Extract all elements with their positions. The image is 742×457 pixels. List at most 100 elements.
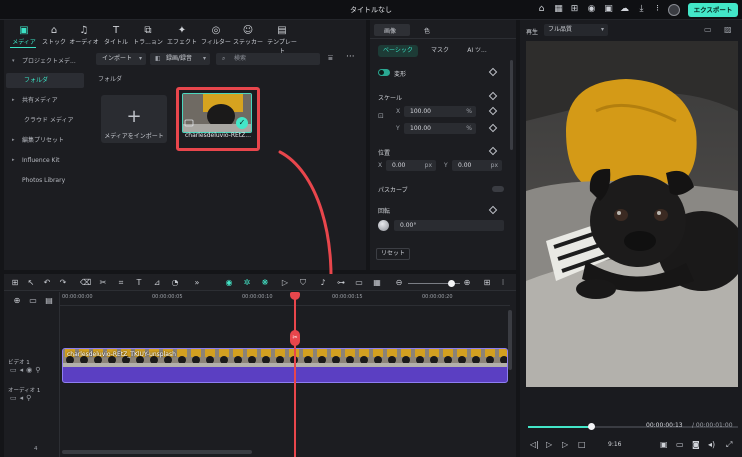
- undo-icon[interactable]: ↶: [42, 278, 52, 288]
- sidebar-item-2[interactable]: ▸ 共有メディア: [6, 93, 84, 108]
- text-icon[interactable]: T: [134, 278, 144, 288]
- tab-image[interactable]: 画像: [384, 26, 396, 35]
- chip-basic[interactable]: ベーシック: [378, 45, 418, 57]
- keyframe-diamond-icon[interactable]: [488, 146, 498, 156]
- scale-y-field[interactable]: 100.00%: [404, 123, 476, 134]
- zoom-handle[interactable]: [448, 280, 455, 287]
- import-dropdown[interactable]: インポート ▾: [96, 53, 146, 65]
- user-icon[interactable]: ◉: [586, 4, 597, 15]
- timeline-h-scrollbar[interactable]: [62, 450, 252, 454]
- video-preview[interactable]: [526, 41, 738, 387]
- tab-effect[interactable]: ✦ エフェクト: [166, 24, 198, 50]
- adjust-icon[interactable]: ⊿: [152, 278, 162, 288]
- more-options-icon[interactable]: ···: [346, 52, 355, 62]
- lock-icon[interactable]: ⊡: [378, 112, 384, 120]
- tab-stock[interactable]: ⌂ ストック: [38, 24, 70, 50]
- select-tool-icon[interactable]: ↖: [26, 278, 36, 288]
- sidebar-item-1[interactable]: フォルダ: [6, 73, 84, 88]
- tab-transition[interactable]: ⧉ トラ...ョン: [132, 24, 164, 50]
- grid-icon[interactable]: ⊞: [569, 4, 580, 15]
- filter-dropdown[interactable]: ◧ 録画/録音 ▾: [150, 53, 210, 65]
- video-track-controls[interactable]: ▭◂◉⚲: [10, 366, 43, 374]
- cloud-icon[interactable]: ☁: [619, 4, 630, 15]
- crop-icon[interactable]: ⌗: [116, 278, 126, 288]
- chip-ai-tools[interactable]: AI ツ...: [460, 45, 494, 57]
- chip-mask[interactable]: マスク: [422, 45, 458, 57]
- video-clip[interactable]: charlesdeluvio-REtZ_TKlUY-unsplash: [62, 348, 508, 383]
- timeline-v-scrollbar[interactable]: [508, 310, 512, 370]
- play-icon[interactable]: ▷: [562, 440, 568, 449]
- playhead[interactable]: [294, 292, 296, 457]
- microphone-icon[interactable]: ♪: [318, 278, 328, 288]
- download-icon[interactable]: ⤓: [636, 4, 647, 15]
- tab-title[interactable]: T タイトル: [100, 24, 132, 50]
- rotate-dial[interactable]: [378, 220, 389, 231]
- render-preview-icon[interactable]: ▷: [280, 278, 290, 288]
- search-input[interactable]: ⌕ 検索: [216, 53, 320, 65]
- image-view-icon[interactable]: ▨: [724, 25, 732, 34]
- props-scrollbar[interactable]: [510, 60, 513, 150]
- redo-icon[interactable]: ↷: [58, 278, 68, 288]
- audio-track-controls[interactable]: ▭◂⚲: [10, 394, 34, 402]
- view-grid-icon[interactable]: ⊞: [482, 278, 492, 288]
- progress-handle[interactable]: [588, 423, 595, 430]
- bezier-toggle[interactable]: [492, 186, 504, 192]
- zoom-in-icon[interactable]: ⊕: [462, 278, 472, 288]
- ai-icon[interactable]: ❋: [260, 278, 270, 288]
- transform-toggle[interactable]: [378, 69, 390, 76]
- tab-filter[interactable]: ◎ フィルター: [200, 24, 232, 50]
- fullscreen-icon[interactable]: ⤢: [726, 440, 732, 450]
- quality-dropdown[interactable]: フル品質 ▾: [544, 24, 608, 36]
- sidebar-item-5[interactable]: ▸ Influence Kit: [6, 153, 84, 168]
- keyframe-diamond-icon[interactable]: [488, 91, 498, 101]
- rotate-field[interactable]: 0.00°: [394, 220, 504, 231]
- more-tools-icon[interactable]: »: [192, 278, 202, 288]
- layout-icon[interactable]: ⊞: [10, 278, 20, 288]
- reset-button[interactable]: リセット: [376, 248, 410, 260]
- render-icon[interactable]: ▣: [660, 440, 668, 449]
- filter-icon[interactable]: ⩸: [328, 53, 333, 63]
- tab-template[interactable]: ▤ テンプレート: [266, 24, 298, 55]
- avatar[interactable]: [668, 4, 680, 16]
- tab-color[interactable]: 色: [424, 26, 430, 35]
- track-layout-icon[interactable]: ▤: [44, 296, 54, 306]
- export-button[interactable]: エクスポート: [688, 3, 738, 17]
- split-marker-icon[interactable]: ✂: [290, 330, 300, 346]
- gift-icon[interactable]: ⌂: [536, 4, 547, 15]
- step-back-icon[interactable]: ◁|: [530, 440, 539, 449]
- stop-icon[interactable]: □: [578, 440, 586, 449]
- delete-icon[interactable]: ⌫: [80, 278, 91, 288]
- aspect-ratio[interactable]: 9:16: [608, 441, 621, 448]
- camera-icon[interactable]: ◙: [692, 440, 700, 449]
- keyframe-diamond-icon[interactable]: [488, 123, 498, 133]
- keyframe-diamond-icon[interactable]: [488, 106, 498, 116]
- shield-icon[interactable]: ⛉: [298, 278, 308, 288]
- marker-icon[interactable]: ▭: [354, 278, 364, 288]
- snap-icon[interactable]: ✲: [242, 278, 252, 288]
- sidebar-item-0[interactable]: ▾ プロジェクトメデ...: [6, 54, 84, 69]
- tab-audio[interactable]: ♫ オーディオ: [68, 24, 100, 50]
- sidebar-item-6[interactable]: Photos Library: [6, 173, 84, 188]
- layout-icon[interactable]: ▦: [553, 4, 564, 15]
- track-link-icon[interactable]: ▭: [28, 296, 38, 306]
- position-y-field[interactable]: 0.00 px: [452, 160, 502, 171]
- play-pause-icon[interactable]: ▷: [546, 440, 552, 449]
- tab-sticker[interactable]: ☺ ステッカー: [232, 24, 264, 50]
- add-track-icon[interactable]: ⊕: [12, 296, 22, 306]
- volume-icon[interactable]: ◂): [708, 440, 715, 449]
- speed-icon[interactable]: ◔: [170, 278, 180, 288]
- save-icon[interactable]: ▣: [603, 4, 614, 15]
- fit-icon[interactable]: ▦: [372, 278, 382, 288]
- link-icon[interactable]: ⊶: [336, 278, 346, 288]
- more-icon[interactable]: ⁝: [498, 278, 508, 288]
- more-icon[interactable]: ⁝: [652, 4, 663, 15]
- auto-ripple-icon[interactable]: ◉: [224, 278, 234, 288]
- keyframe-diamond-icon[interactable]: [488, 67, 498, 77]
- sidebar-item-4[interactable]: ▸ 編集プリセット: [6, 133, 84, 148]
- zoom-out-icon[interactable]: ⊖: [394, 278, 404, 288]
- scale-x-field[interactable]: 100.00%: [404, 106, 476, 117]
- split-icon[interactable]: ✂: [98, 278, 108, 288]
- position-x-field[interactable]: 0.00 px: [386, 160, 436, 171]
- keyframe-diamond-icon[interactable]: [488, 205, 498, 215]
- sidebar-item-3[interactable]: クラウド メディア: [6, 113, 84, 128]
